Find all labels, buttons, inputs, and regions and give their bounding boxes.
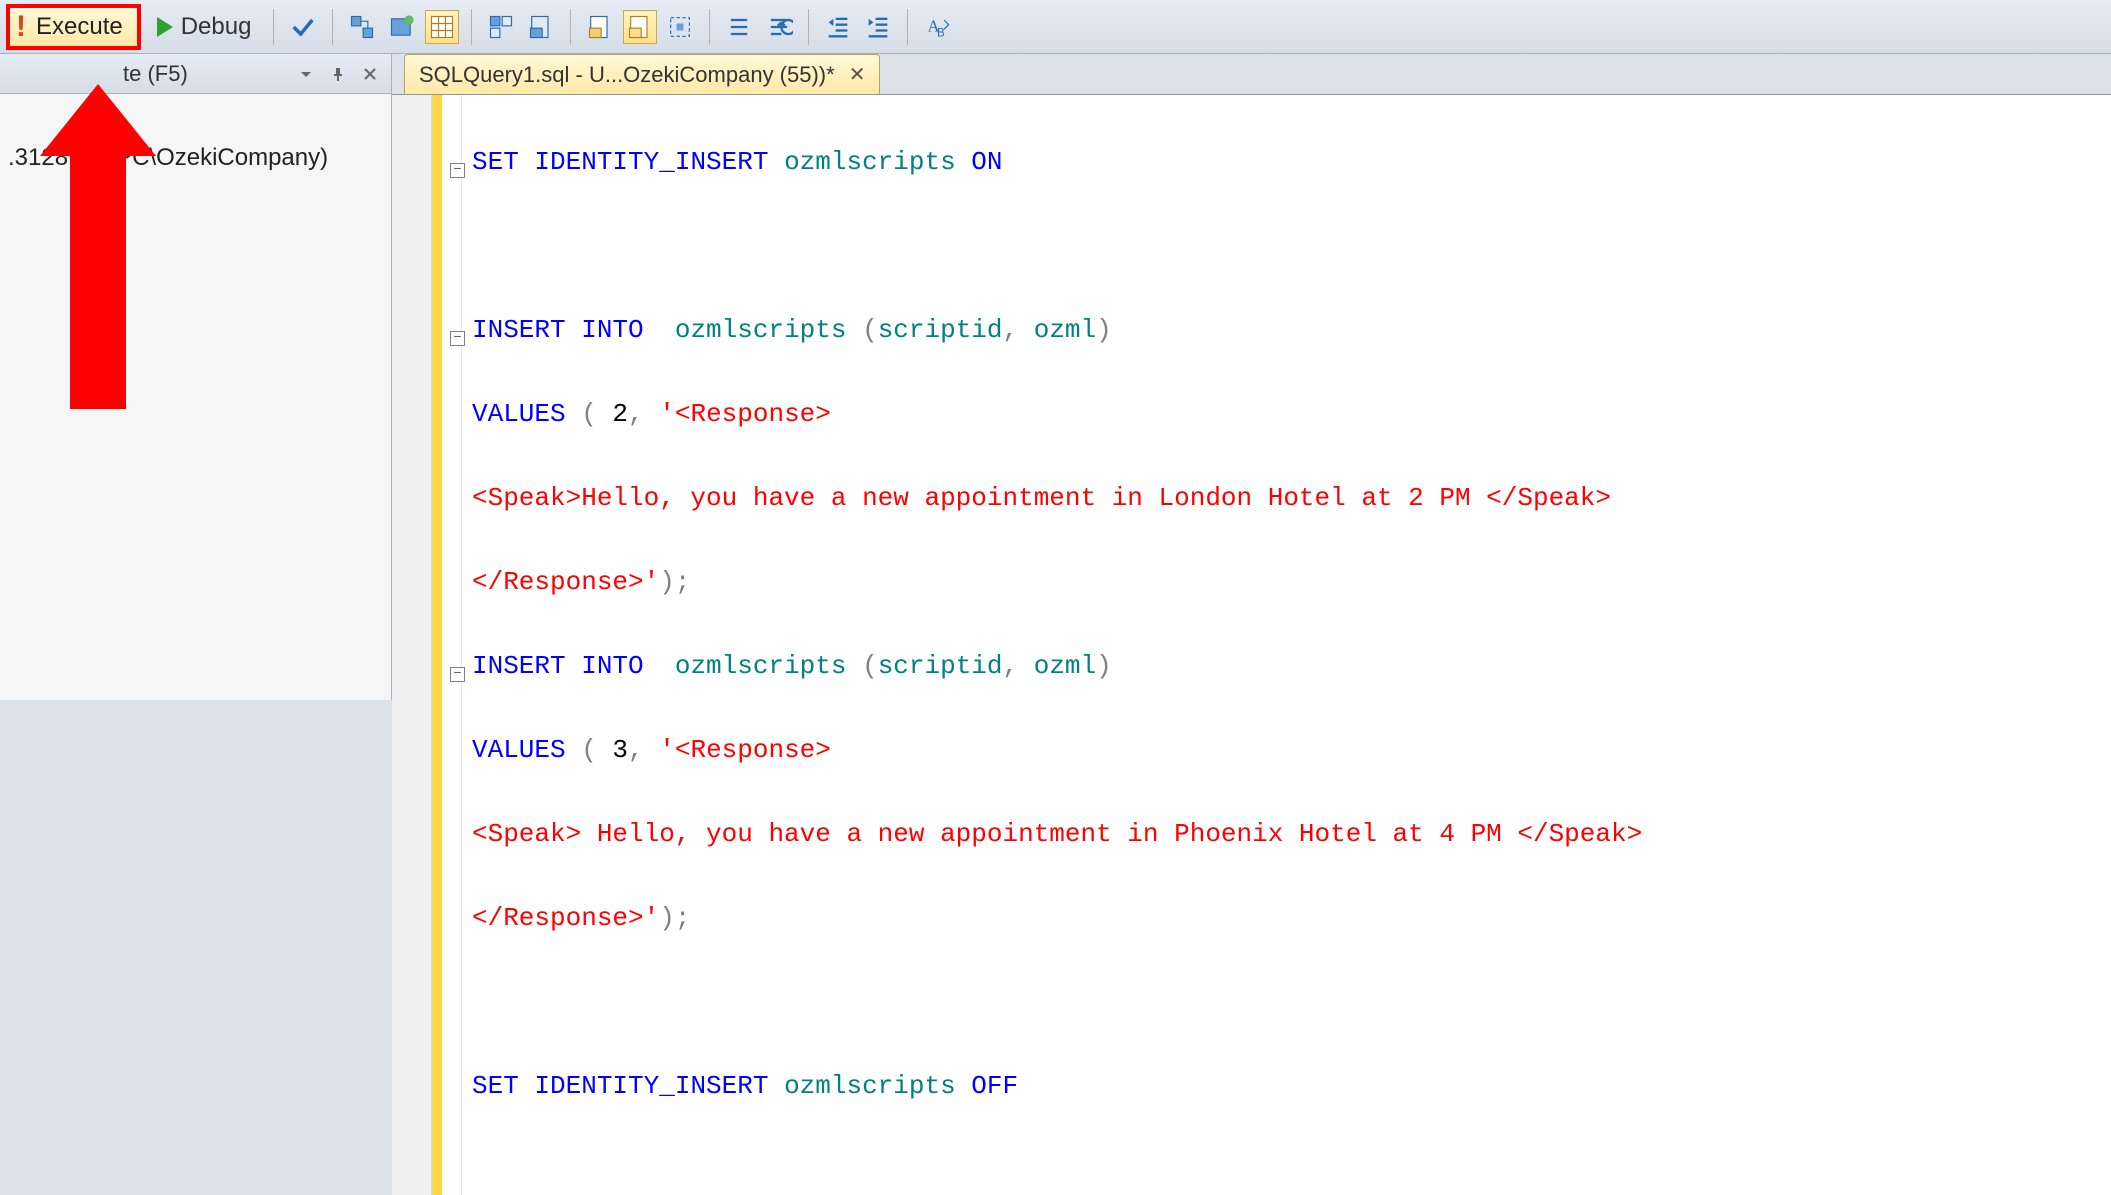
- include-actual-plan-icon[interactable]: [583, 10, 617, 44]
- tab-title: SQLQuery1.sql - U...OzekiCompany (55))*: [419, 62, 835, 88]
- object-explorer-panel: te (F5) .3128 ser-PC\OzekiCompany): [0, 54, 392, 700]
- panel-body: .3128 ser-PC\OzekiCompany): [0, 94, 391, 192]
- decrease-indent-icon[interactable]: [821, 10, 855, 44]
- execute-icon: !: [16, 10, 26, 44]
- tree-item[interactable]: .3128 ser-PC\OzekiCompany): [8, 140, 383, 176]
- increase-indent-icon[interactable]: [861, 10, 895, 44]
- window-position-icon[interactable]: [293, 62, 319, 86]
- results-to-text-icon[interactable]: [484, 10, 518, 44]
- comment-icon[interactable]: [722, 10, 756, 44]
- execute-label: Execute: [36, 13, 123, 41]
- separator: [709, 9, 710, 45]
- results-to-file-icon[interactable]: [524, 10, 558, 44]
- separator: [570, 9, 571, 45]
- svg-text:B: B: [937, 26, 945, 39]
- fold-toggle-icon[interactable]: −: [450, 331, 465, 346]
- editor-area: SQLQuery1.sql - U...OzekiCompany (55))* …: [392, 54, 2111, 700]
- modification-gutter: [432, 95, 442, 1195]
- panel-header: te (F5): [0, 54, 391, 94]
- uncomment-icon[interactable]: [762, 10, 796, 44]
- editor-tab[interactable]: SQLQuery1.sql - U...OzekiCompany (55))* …: [404, 54, 880, 94]
- separator: [332, 9, 333, 45]
- toolbar: ! Execute Debug: [0, 0, 2111, 54]
- include-client-stats-icon[interactable]: [623, 10, 657, 44]
- specify-values-icon[interactable]: AB: [920, 10, 954, 44]
- debug-label: Debug: [181, 13, 252, 41]
- tab-strip: SQLQuery1.sql - U...OzekiCompany (55))* …: [392, 54, 2111, 95]
- results-to-grid-icon[interactable]: [425, 10, 459, 44]
- separator: [808, 9, 809, 45]
- fold-toggle-icon[interactable]: −: [450, 667, 465, 682]
- execute-button[interactable]: ! Execute: [6, 4, 141, 50]
- code-text[interactable]: −SET IDENTITY_INSERT ozmlscripts ON −INS…: [462, 95, 2111, 1195]
- debug-button[interactable]: Debug: [147, 9, 262, 45]
- indicator-gutter: [392, 95, 432, 1195]
- fold-toggle-icon[interactable]: −: [450, 163, 465, 178]
- separator: [471, 9, 472, 45]
- code-editor[interactable]: −SET IDENTITY_INSERT ozmlscripts ON −INS…: [392, 95, 2111, 1195]
- play-icon: [157, 17, 173, 37]
- separator: [273, 9, 274, 45]
- panel-title: te (F5): [8, 61, 287, 87]
- separator: [907, 9, 908, 45]
- parse-check-icon[interactable]: [286, 10, 320, 44]
- close-panel-icon[interactable]: [357, 62, 383, 86]
- close-tab-icon[interactable]: ✕: [849, 62, 866, 87]
- intellisense-icon[interactable]: [385, 10, 419, 44]
- fold-gutter: [442, 95, 462, 1195]
- pin-icon[interactable]: [325, 62, 351, 86]
- surround-with-icon[interactable]: [663, 10, 697, 44]
- database-diagram-icon[interactable]: [345, 10, 379, 44]
